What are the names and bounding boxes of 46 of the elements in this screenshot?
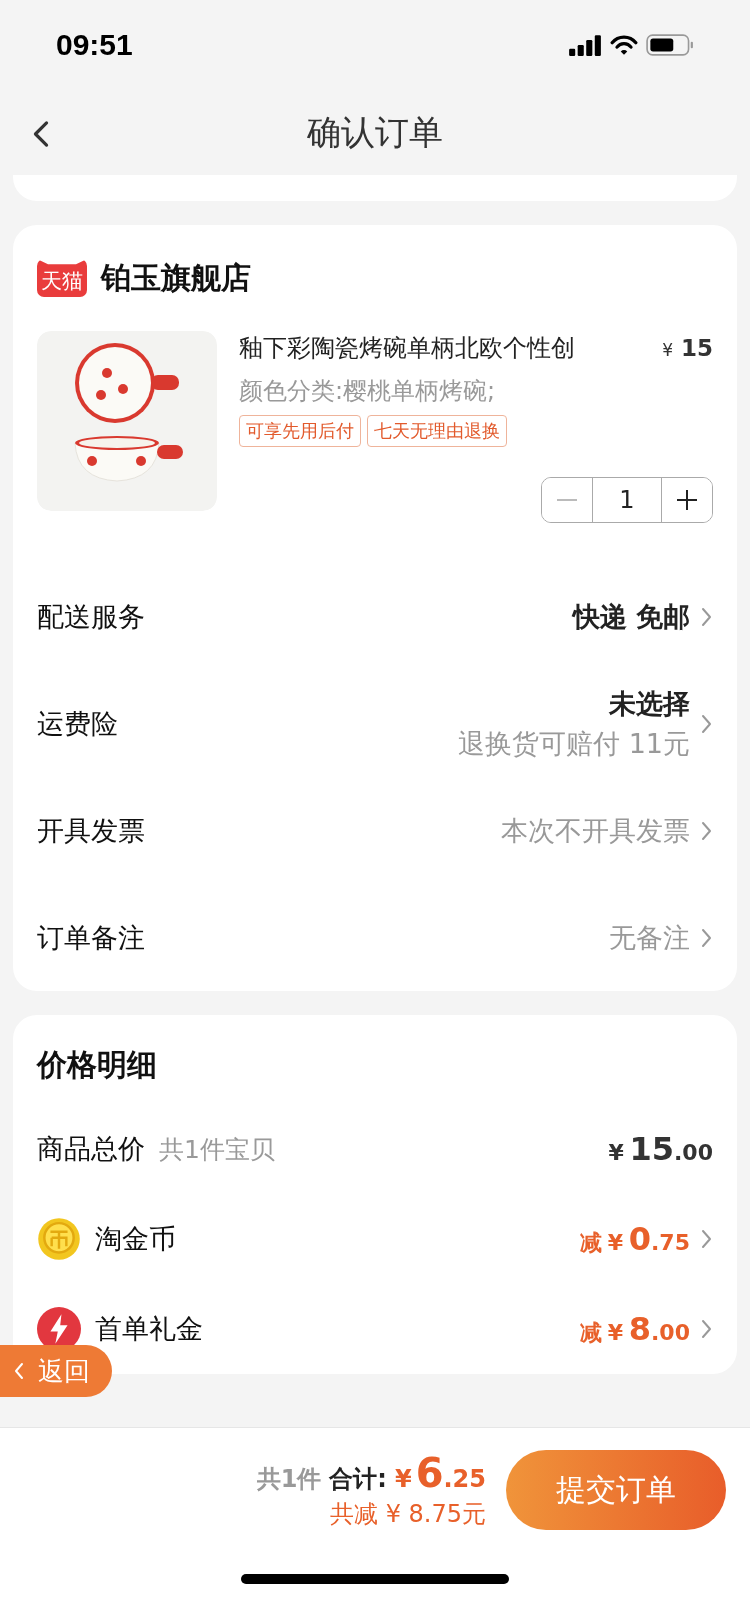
row-label: 开具发票 [37,813,145,848]
item-count: 共1件 [256,1464,322,1495]
store-name[interactable]: 铂玉旗舰店 [101,257,251,299]
row-label: 首单礼金 [95,1312,203,1346]
service-row[interactable]: 订单备注 无备注 [37,884,713,991]
section-title: 价格明细 [37,1046,158,1084]
page-title: 确认订单 [307,110,443,154]
product-spec: 颜色分类:樱桃单柄烤碗; [239,376,497,407]
service-row[interactable]: 开具发票 本次不开具发票 [37,777,713,884]
signal-icon [568,34,602,56]
coin-icon [37,1217,81,1261]
row-label: 运费险 [37,706,118,741]
chevron-icon [700,606,713,627]
row-subvalue: 退换货可赔付 11元 [458,726,690,761]
plus-icon [677,490,697,510]
wifi-icon [610,34,638,56]
chevron-left-icon [14,1362,24,1380]
total-label: 合计: [329,1464,387,1495]
total-amount: ¥6.25 [394,1450,486,1496]
row-value: 未选择 [609,686,690,721]
chevron-icon [700,713,713,734]
row-value: 快递 免邮 [572,599,690,634]
battery-icon [646,34,694,56]
row-value: 无备注 [609,920,690,955]
product-title[interactable]: 釉下彩陶瓷烤碗单柄北欧个性创 [239,331,575,365]
amount: 减 ¥ 0.75 [580,1220,690,1258]
service-row[interactable]: 运费险 未选择 退换货可赔付 11元 [37,670,713,777]
store-badge: 天猫 [37,259,87,297]
service-tag: 七天无理由退换 [367,415,507,447]
discount-total: 共减 ¥ 8.75元 [330,1499,486,1530]
row-value: 本次不开具发票 [501,813,690,848]
service-tag: 可享先用后付 [239,415,361,447]
amount: 减 ¥ 8.00 [580,1310,690,1348]
chevron-icon [700,820,713,841]
row-label: 商品总价 [37,1132,145,1166]
back-icon [33,120,49,148]
row-label: 淘金币 [95,1222,176,1256]
chevron-icon [700,927,713,948]
row-label: 配送服务 [37,599,145,634]
product-price: ¥ 15 [662,334,713,363]
amount: ¥ 15.00 [608,1130,713,1168]
status-time: 09:51 [56,28,133,62]
row-label: 订单备注 [37,920,145,955]
service-row[interactable]: 配送服务 快递 免邮 [37,563,713,670]
minus-icon [557,499,577,501]
row-note: 共1件宝贝 [159,1133,275,1166]
